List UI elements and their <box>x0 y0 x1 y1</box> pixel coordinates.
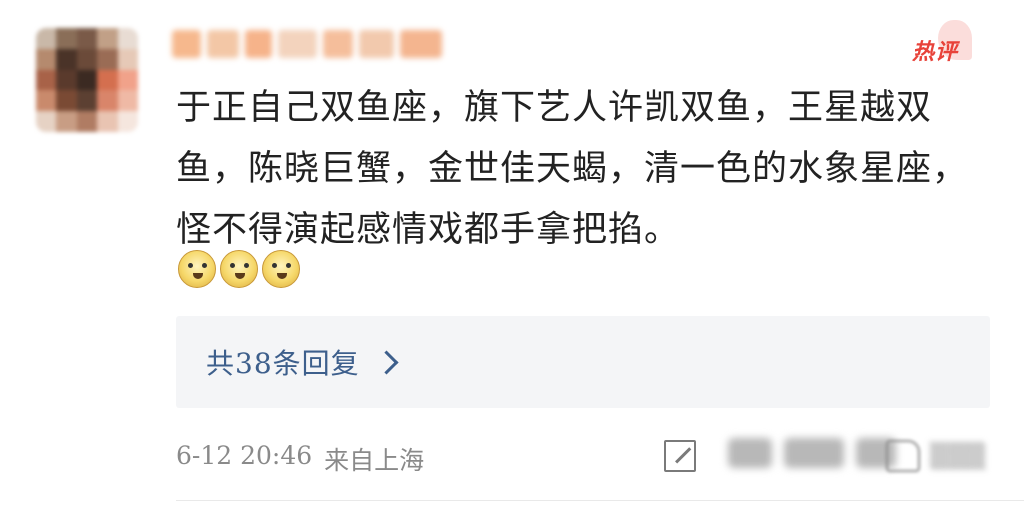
replies-count-label: 共38条回复 <box>206 347 360 380</box>
avatar[interactable] <box>36 28 138 132</box>
avatar-pixel <box>76 90 98 112</box>
emoji-row <box>178 250 300 288</box>
avatar-pixel <box>56 90 77 112</box>
username-pixel <box>245 30 273 58</box>
username-pixel <box>359 30 394 58</box>
avatar-pixel <box>76 69 98 91</box>
username-pixel <box>322 30 354 58</box>
username-pixel <box>172 30 201 58</box>
avatar-pixel <box>76 28 98 49</box>
chevron-right-icon <box>374 349 399 375</box>
avatar-pixel <box>117 69 138 91</box>
avatar-pixel <box>117 111 138 132</box>
avatar-pixel <box>97 28 118 49</box>
doge-emoji <box>262 250 300 288</box>
username-blurred[interactable] <box>172 30 443 58</box>
avatar-pixel <box>36 48 57 70</box>
blurred-actions <box>728 438 896 468</box>
avatar-pixel <box>56 111 77 132</box>
like-count-blurred: ▒▒▒ <box>930 442 986 470</box>
timestamp: 6-12 20:46 <box>176 441 313 470</box>
avatar-pixel <box>56 48 77 70</box>
avatar-pixel <box>76 111 98 132</box>
avatar-pixel <box>56 28 77 49</box>
avatar-pixel <box>56 69 77 91</box>
avatar-pixel <box>117 48 138 70</box>
comment-text: 于正自己双鱼座，旗下艺人许凯双鱼，王星越双鱼，陈晓巨蟹，金世佳天蝎，清一色的水象… <box>176 88 969 250</box>
like-icon[interactable] <box>886 440 920 472</box>
share-icon[interactable] <box>664 440 696 472</box>
avatar-pixel <box>97 90 118 112</box>
avatar-pixel <box>117 90 138 112</box>
view-replies-button[interactable]: 共38条回复 <box>176 316 990 408</box>
avatar-pixel <box>36 69 57 91</box>
blurred-block <box>784 438 844 468</box>
location-source: 来自上海 <box>324 446 425 475</box>
avatar-pixel <box>97 69 118 91</box>
hot-comment-badge: 热评 <box>912 20 973 66</box>
divider <box>176 500 1024 501</box>
username-pixel <box>206 30 240 58</box>
avatar-pixel <box>36 28 57 49</box>
avatar-pixel <box>76 48 98 70</box>
username-pixel <box>399 30 443 58</box>
comment-meta: 6-12 20:46 来自上海 <box>176 441 424 477</box>
blurred-block <box>728 438 772 468</box>
username-pixel <box>278 30 317 58</box>
doge-emoji <box>178 250 216 288</box>
avatar-pixel <box>97 111 118 132</box>
avatar-pixel <box>97 48 118 70</box>
avatar-pixel <box>117 28 138 49</box>
doge-emoji <box>220 250 258 288</box>
avatar-pixel <box>36 90 57 112</box>
avatar-pixel <box>36 111 57 132</box>
